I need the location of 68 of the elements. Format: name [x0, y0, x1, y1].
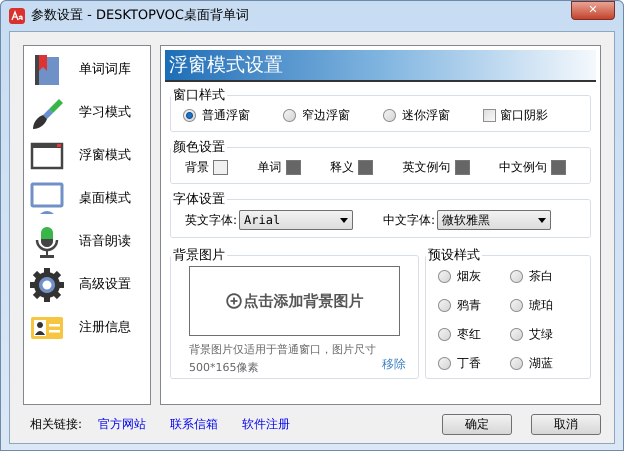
- radio-button[interactable]: [283, 108, 296, 122]
- field-label: 中文字体:: [383, 212, 436, 229]
- footer-link[interactable]: 联系信箱: [170, 415, 218, 433]
- gear-icon: [29, 266, 65, 302]
- radio-button[interactable]: [438, 356, 451, 370]
- color-label: 背景: [185, 159, 209, 176]
- dropdown[interactable]: 微软雅黑: [437, 210, 552, 230]
- dialog-button[interactable]: 确定: [442, 414, 512, 434]
- radio-label: 鸦青: [457, 297, 481, 314]
- radio-label: 琥珀: [529, 297, 553, 314]
- links-label: 相关链接:: [30, 416, 82, 433]
- sidebar-item[interactable]: 高级设置: [24, 263, 150, 306]
- app-icon: [9, 8, 25, 24]
- window-title: 参数设置 - DESKTOPVOC桌面背单词: [31, 7, 249, 26]
- note-text: 背景图片仅适用于普通窗口，图片尺寸: [189, 344, 377, 355]
- radio-label: 丁香: [457, 355, 481, 372]
- radio-button[interactable]: [183, 108, 196, 122]
- sidebar-item[interactable]: 浮窗模式: [24, 134, 150, 177]
- dropdown[interactable]: Arial: [239, 210, 354, 230]
- remove-link[interactable]: 移除: [382, 355, 406, 373]
- sidebar-item[interactable]: 语音朗读: [24, 220, 150, 263]
- add-icon: [226, 293, 242, 309]
- section-header: 浮窗模式设置: [165, 50, 596, 82]
- radio-button[interactable]: [510, 270, 523, 282]
- radio-label: 湖蓝: [529, 355, 553, 372]
- radio-button[interactable]: [383, 108, 396, 122]
- radio-button[interactable]: [510, 298, 523, 312]
- footer-link[interactable]: 官方网站: [98, 415, 146, 433]
- group-title: 颜色设置: [172, 140, 226, 155]
- color-label: 释义: [330, 159, 354, 176]
- size-text: 500*165像素: [189, 362, 258, 373]
- monitor-icon: [29, 180, 65, 216]
- color-label: 中文例句: [499, 159, 547, 176]
- add-image-button[interactable]: 点击添加背景图片: [189, 266, 400, 336]
- radio-button[interactable]: [510, 328, 523, 340]
- color-swatch[interactable]: [454, 160, 470, 174]
- radio-label: 茶白: [529, 268, 553, 285]
- sidebar-item[interactable]: 单词词库: [24, 48, 150, 91]
- footer-link[interactable]: 软件注册: [242, 415, 290, 433]
- color-label: 英文例句: [402, 159, 450, 176]
- color-label: 单词: [258, 159, 282, 176]
- sidebar-item[interactable]: 注册信息: [24, 306, 150, 349]
- radio-label: 枣红: [457, 326, 481, 343]
- radio-label: 普通浮窗: [202, 107, 250, 124]
- color-swatch[interactable]: [286, 160, 300, 174]
- caret-icon: [340, 218, 348, 222]
- checkbox-label: 窗口阴影: [500, 107, 548, 124]
- radio-label: 艾绿: [529, 326, 553, 343]
- checkbox[interactable]: [483, 108, 496, 122]
- caret-icon: [538, 218, 546, 222]
- radio-button[interactable]: [438, 298, 451, 312]
- group-title: 窗口样式: [172, 88, 226, 103]
- radio-label: 迷你浮窗: [402, 107, 450, 124]
- radio-button[interactable]: [438, 328, 451, 340]
- group-title: 字体设置: [172, 192, 226, 207]
- dialog-button[interactable]: 取消: [531, 414, 601, 434]
- sidebar-item[interactable]: 桌面模式: [24, 177, 150, 220]
- color-swatch[interactable]: [213, 160, 228, 174]
- radio-button[interactable]: [438, 270, 451, 282]
- radio-label: 烟灰: [457, 268, 481, 285]
- group-title: 背景图片: [172, 248, 226, 263]
- radio-label: 窄边浮窗: [302, 107, 350, 124]
- radio-button[interactable]: [510, 356, 523, 370]
- sidebar-item[interactable]: 学习模式: [24, 91, 150, 134]
- group-title: 预设样式: [427, 248, 481, 263]
- field-label: 英文字体:: [185, 212, 238, 229]
- color-swatch[interactable]: [551, 160, 566, 174]
- color-swatch[interactable]: [358, 160, 373, 174]
